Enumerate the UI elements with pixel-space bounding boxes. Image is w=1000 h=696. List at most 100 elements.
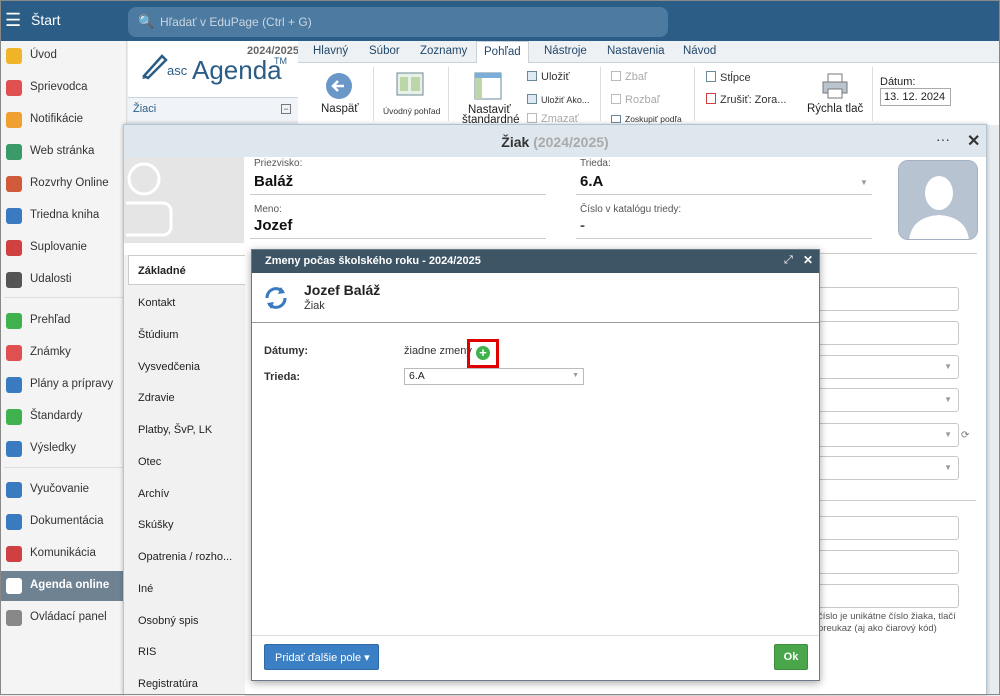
tab-zdravie[interactable]: Zdravie [138, 392, 175, 404]
group-icon [611, 115, 621, 123]
sidebar-item-13[interactable]: Vyučovanie [0, 475, 127, 505]
tab-ine[interactable]: Iné [138, 583, 153, 595]
sync-icon [265, 287, 287, 309]
tab-archiv[interactable]: Archív [138, 488, 169, 500]
field-select[interactable]: ▼ [816, 456, 959, 480]
tab-platby[interactable]: Platby, ŠvP, LK [138, 424, 212, 436]
sidebar-item-9[interactable]: Známky [0, 338, 127, 368]
field-select[interactable]: ▼ [816, 355, 959, 379]
window-title-text: Žiak [501, 134, 530, 150]
name-value[interactable]: Jozef [254, 217, 292, 234]
back-button[interactable]: Naspäť [321, 103, 359, 115]
sidebar-item-label: Sprievodca [30, 81, 88, 93]
add-date-button[interactable]: + [467, 339, 499, 368]
sidebar-item-15[interactable]: Komunikácia [0, 539, 127, 569]
gear-icon [6, 610, 22, 626]
collapse-all-button[interactable]: Zbaľ [611, 71, 647, 83]
tab-nastroje[interactable]: Nástroje [544, 45, 587, 57]
tab-ris[interactable]: RIS [138, 646, 156, 658]
field-box[interactable] [816, 287, 959, 311]
tab-skusky[interactable]: Skúšky [138, 519, 173, 531]
left-tabs [124, 255, 245, 696]
sidebar-item-6[interactable]: Suplovanie [0, 233, 127, 263]
home-view-button[interactable]: Úvodný pohľad [383, 106, 440, 116]
sidebar-item-2[interactable]: Notifikácie [0, 105, 127, 135]
class-dropdown-icon[interactable]: ▼ [860, 178, 868, 187]
dialog-header: Zmeny počas školského roku - 2024/2025 ⤢… [252, 250, 819, 273]
close-icon[interactable]: ✕ [967, 131, 980, 151]
list-header[interactable]: Žiaci − [128, 97, 298, 121]
tab-studium[interactable]: Štúdium [138, 329, 178, 341]
sidebar-item-label: Plány a prípravy [30, 378, 114, 390]
field-select[interactable]: ▼ [816, 423, 959, 447]
student-photo[interactable] [898, 160, 978, 240]
add-fields-button[interactable]: Pridať ďalšie pole ▾ [264, 644, 379, 670]
quick-print-button[interactable]: Rýchla tlač [807, 103, 863, 115]
tab-vysvedcenia[interactable]: Vysvedčenia [138, 361, 200, 373]
field-box[interactable] [816, 321, 959, 345]
field-box[interactable] [816, 584, 959, 608]
tab-zakladne[interactable]: Základné [138, 265, 186, 277]
collapse-icon[interactable]: − [281, 104, 291, 114]
hamburger-icon[interactable]: ☰ [5, 10, 25, 30]
search-input[interactable]: 🔍 Hľadať v EduPage (Ctrl + G) [128, 7, 668, 37]
tab-otec[interactable]: Otec [138, 456, 161, 468]
refresh-icon[interactable]: ⟳ [961, 430, 969, 441]
expand-all-button[interactable]: Rozbaľ [611, 94, 660, 106]
more-icon[interactable]: ··· [936, 131, 950, 147]
sidebar-item-10[interactable]: Plány a prípravy [0, 370, 127, 400]
collapse-all-label: Zbaľ [625, 71, 648, 83]
group-by-button[interactable]: Zoskupiť podľa [611, 114, 682, 124]
field-box[interactable] [816, 516, 959, 540]
section-divider [816, 500, 976, 501]
save-button[interactable]: Uložiť [527, 71, 570, 83]
sidebar-item-4[interactable]: Rozvrhy Online [0, 169, 127, 199]
surname-value[interactable]: Baláž [254, 173, 293, 190]
tab-kontakt[interactable]: Kontakt [138, 297, 175, 309]
sidebar-item-3[interactable]: Web stránka [0, 137, 127, 167]
sidebar-item-17[interactable]: Ovládací panel [0, 603, 127, 633]
sidebar-item-12[interactable]: Výsledky [0, 434, 127, 464]
class-value[interactable]: 6.A [580, 173, 603, 190]
tab-pohlad[interactable]: Pohľad [476, 41, 529, 64]
sidebar-item-16[interactable]: Agenda online [0, 571, 127, 601]
save-as-label: Uložiť Ako... [541, 95, 590, 105]
sidebar-item-11[interactable]: Štandardy [0, 402, 127, 432]
field-select[interactable]: ▼ [816, 388, 959, 412]
home-icon [6, 144, 22, 160]
class-label: Trieda: [580, 158, 611, 169]
sidebar-item-label: Prehľad [30, 314, 71, 326]
sidebar-item-7[interactable]: Udalosti [0, 265, 127, 295]
tab-subor[interactable]: Súbor [369, 45, 400, 57]
sidebar-item-0[interactable]: Úvod [0, 41, 127, 71]
sidebar-item-8[interactable]: Prehľad [0, 306, 127, 336]
cancel-sort-button[interactable]: Zrušiť: Zora... [706, 93, 786, 106]
columns-button[interactable]: Stĺpce [706, 71, 751, 84]
document-icon [6, 514, 22, 530]
sidebar-item-1[interactable]: Sprievodca [0, 73, 127, 103]
date-label: Dátum: [880, 76, 916, 88]
expand-icon[interactable]: ⤢ [784, 254, 793, 267]
tab-opatrenia[interactable]: Opatrenia / rozho... [138, 551, 232, 563]
shield-icon [6, 409, 22, 425]
tab-osobny-spis[interactable]: Osobný spis [138, 615, 199, 627]
close-icon[interactable]: ✕ [803, 253, 813, 267]
dialog-divider [252, 322, 819, 323]
tab-navod[interactable]: Návod [683, 45, 716, 57]
tab-registratura[interactable]: Registratúra [138, 678, 198, 690]
help-text-line-2: preukaz (aj ako čiarový kód) [818, 623, 937, 634]
class-select[interactable]: 6.A ▼ [404, 368, 584, 385]
start-link[interactable]: Štart [31, 12, 61, 28]
tab-nastavenia[interactable]: Nastavenia [607, 45, 665, 57]
tab-hlavny[interactable]: Hlavný [313, 45, 348, 57]
date-input[interactable]: 13. 12. 2024 [880, 88, 951, 106]
field-box[interactable] [816, 550, 959, 574]
catalog-value[interactable]: - [580, 217, 585, 234]
name-underline [250, 238, 546, 239]
save-as-button[interactable]: Uložiť Ako... [527, 94, 589, 105]
sidebar-item-label: Rozvrhy Online [30, 177, 109, 189]
sidebar-item-5[interactable]: Triedna kniha [0, 201, 127, 231]
sidebar-item-14[interactable]: Dokumentácia [0, 507, 127, 537]
tab-zoznamy[interactable]: Zoznamy [420, 45, 467, 57]
ok-button[interactable]: Ok [774, 644, 808, 670]
